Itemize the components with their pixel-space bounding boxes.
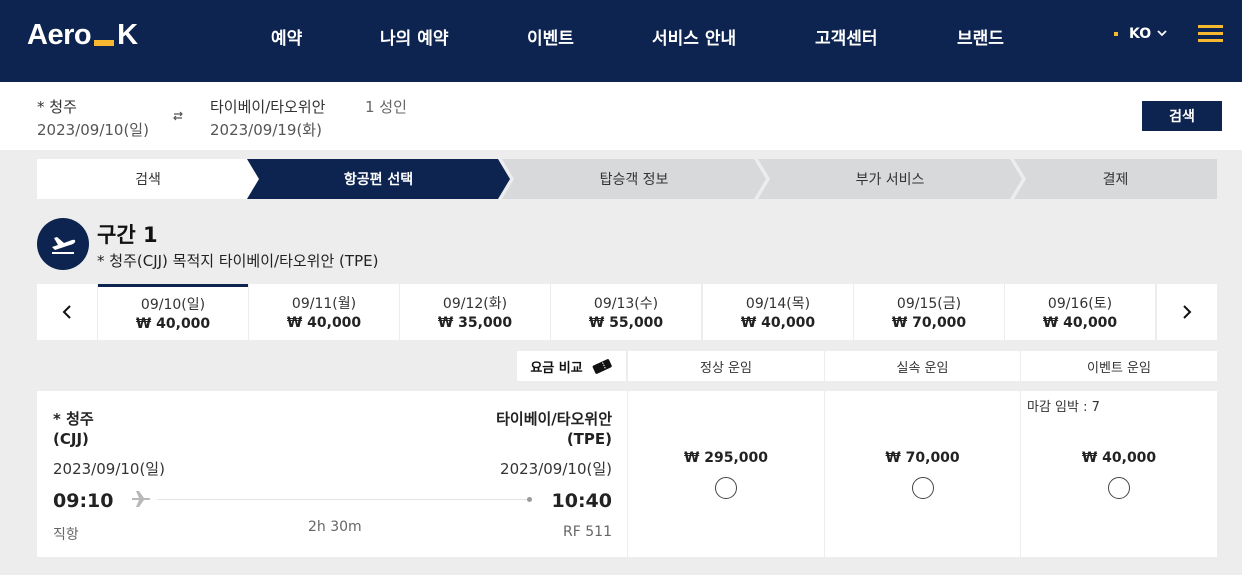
date-price: ₩ 35,000: [437, 315, 513, 331]
nav-brand[interactable]: 브랜드: [957, 24, 1004, 49]
departure-plane-icon: [37, 218, 89, 270]
menu-icon[interactable]: [1198, 25, 1223, 43]
nav-my-reservation[interactable]: 나의 예약: [380, 24, 448, 49]
summary-return-date: 2023/09/19(화): [210, 121, 322, 139]
date-label: 09/14(목): [745, 296, 811, 312]
nav-service-info[interactable]: 서비스 안내: [652, 24, 736, 49]
date-label: 09/13(수): [593, 296, 659, 312]
chevron-right-icon[interactable]: [1157, 284, 1217, 340]
chevron-left-icon[interactable]: [37, 284, 97, 340]
date-price: ₩ 70,000: [891, 315, 967, 331]
date-selector: 09/10(일) ₩ 40,000 09/11(월) ₩ 40,000 09/1…: [37, 284, 1217, 340]
date-tab[interactable]: 09/10(일) ₩ 40,000: [98, 284, 248, 340]
date-price: ₩ 40,000: [740, 315, 816, 331]
date-price: ₩ 55,000: [588, 315, 664, 331]
aero-k-logo[interactable]: Aero K: [27, 19, 138, 52]
swap-icon[interactable]: [172, 110, 184, 125]
booking-steps: 검색 항공편 선택 탑승객 정보 부가 서비스 결제: [37, 159, 1217, 199]
fare-option-value[interactable]: ₩ 70,000: [825, 391, 1020, 557]
date-label: 09/16(토): [1047, 296, 1113, 312]
summary-passengers: 1 성인: [365, 98, 407, 116]
destination-code: (TPE): [566, 430, 612, 448]
flight-card: * 청주 (CJJ) 타이베이/타오위안 (TPE) 2023/09/10(일)…: [37, 391, 627, 557]
logo-text-left: Aero: [27, 19, 92, 51]
fare-price: ₩ 40,000: [1081, 450, 1157, 466]
step-payment: 결제: [1014, 159, 1217, 199]
date-label: 09/12(화): [442, 296, 508, 312]
origin-city: * 청주: [53, 410, 94, 428]
seats-remaining-notice: 마감 임박 : 7: [1027, 400, 1100, 415]
step-additional-service: 부가 서비스: [758, 159, 1022, 199]
date-tab[interactable]: 09/16(토) ₩ 40,000: [1005, 284, 1155, 340]
fare-radio[interactable]: [912, 477, 934, 499]
chevron-down-icon: [1157, 29, 1167, 40]
summary-destination: 타이베이/타오위안: [210, 98, 326, 116]
depart-date: 2023/09/10(일): [53, 460, 165, 478]
search-summary: * 청주 2023/09/10(일) 타이베이/타오위안 2023/09/19(…: [0, 82, 1242, 150]
flight-type: 직항: [53, 527, 79, 543]
destination-city: 타이베이/타오위안: [496, 410, 612, 428]
date-price: ₩ 40,000: [286, 315, 362, 331]
fare-radio[interactable]: [1108, 477, 1130, 499]
ticket-icon: [591, 358, 613, 374]
flight-path-line: [157, 499, 529, 500]
summary-depart-date: 2023/09/10(일): [37, 121, 149, 139]
fare-option-normal[interactable]: ₩ 295,000: [628, 391, 824, 557]
summary-origin: * 청주: [37, 98, 77, 116]
segment-route: * 청주(CJJ) 목적지 타이베이/타오위안 (TPE): [97, 252, 379, 270]
origin-code: (CJJ): [53, 430, 89, 448]
date-tab[interactable]: 09/15(금) ₩ 70,000: [854, 284, 1004, 340]
date-label: 09/10(일): [140, 297, 206, 313]
search-button[interactable]: 검색: [1142, 101, 1222, 131]
date-label: 09/15(금): [896, 296, 962, 312]
date-price: ₩ 40,000: [135, 316, 211, 332]
flight-duration: 2h 30m: [308, 519, 362, 535]
date-tab[interactable]: 09/12(화) ₩ 35,000: [400, 284, 550, 340]
nav-reservation[interactable]: 예약: [271, 24, 302, 49]
date-price: ₩ 40,000: [1042, 315, 1118, 331]
nav-customer-center[interactable]: 고객센터: [815, 24, 878, 49]
date-tab[interactable]: 09/14(목) ₩ 40,000: [703, 284, 853, 340]
fare-price: ₩ 295,000: [683, 450, 769, 466]
segment-title: 구간 1: [97, 223, 158, 247]
nav-event[interactable]: 이벤트: [527, 24, 574, 49]
step-flight-select: 항공편 선택: [247, 159, 510, 199]
fare-price: ₩ 70,000: [885, 450, 960, 466]
date-label: 09/11(월): [291, 296, 357, 312]
language-selector[interactable]: KO: [1114, 26, 1167, 42]
step-search[interactable]: 검색: [37, 159, 259, 199]
date-tab[interactable]: 09/11(월) ₩ 40,000: [249, 284, 399, 340]
fare-option-event[interactable]: 마감 임박 : 7 ₩ 40,000: [1021, 391, 1217, 557]
depart-time: 09:10: [53, 490, 114, 512]
logo-text-right: K: [117, 19, 138, 51]
arrival-dot: [527, 497, 532, 502]
top-navigation: Aero K 예약 나의 예약 이벤트 서비스 안내 고객센터 브랜드 KO: [0, 0, 1242, 82]
date-tab[interactable]: 09/13(수) ₩ 55,000: [551, 284, 701, 340]
fare-header-value: 실속 운임: [825, 351, 1020, 381]
fare-header-normal: 정상 운임: [628, 351, 824, 381]
lang-label: KO: [1129, 26, 1152, 42]
arrive-time: 10:40: [551, 490, 612, 512]
plane-icon: [132, 491, 152, 511]
lang-dot: [1114, 32, 1118, 36]
logo-bar: [94, 39, 115, 46]
fare-header-event: 이벤트 운임: [1021, 351, 1217, 381]
fare-compare-button[interactable]: 요금 비교: [517, 351, 626, 381]
fare-compare-label: 요금 비교: [530, 360, 583, 376]
arrive-date: 2023/09/10(일): [500, 460, 612, 478]
flight-number: RF 511: [563, 524, 612, 540]
step-passenger-info: 탑승객 정보: [502, 159, 766, 199]
fare-radio[interactable]: [715, 477, 737, 499]
